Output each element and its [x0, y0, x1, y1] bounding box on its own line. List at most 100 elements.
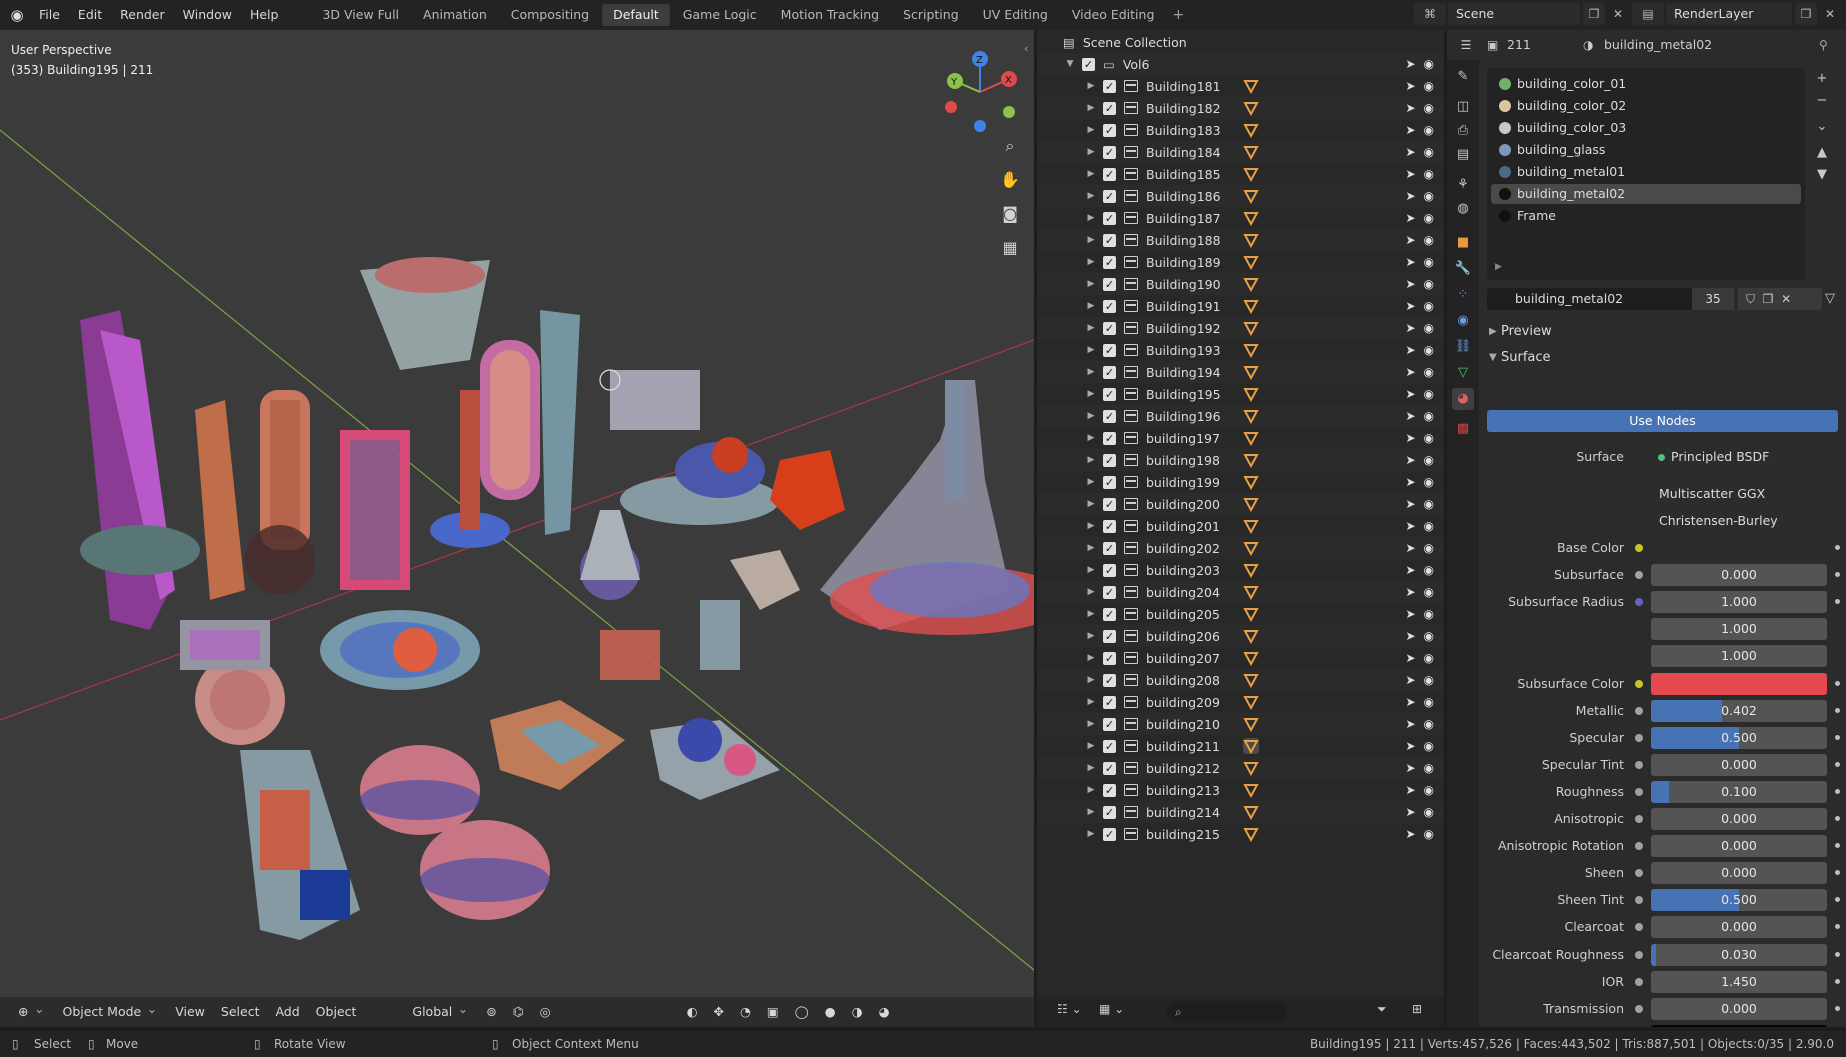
- numeric-field[interactable]: 0.000: [1651, 808, 1827, 830]
- collection-checkbox[interactable]: ✓: [1103, 607, 1116, 621]
- select-toggle-icon[interactable]: ➤: [1405, 299, 1415, 313]
- select-toggle-icon[interactable]: ➤: [1405, 79, 1415, 93]
- socket-icon[interactable]: [1635, 1004, 1643, 1013]
- remove-slot-button[interactable]: −: [1813, 92, 1831, 110]
- mesh-data-icon[interactable]: [1243, 254, 1259, 271]
- outliner-row[interactable]: ▶ ✓ building211 ➤ ◉: [1037, 735, 1444, 757]
- expand-arrow-icon[interactable]: ▶: [1085, 587, 1097, 597]
- eye-icon[interactable]: ◉: [1424, 145, 1434, 159]
- collection-checkbox[interactable]: ✓: [1103, 739, 1116, 753]
- expand-arrow-icon[interactable]: ▶: [1085, 653, 1097, 663]
- subsurface-method-dropdown[interactable]: Christensen-Burley: [1651, 510, 1845, 532]
- socket-icon[interactable]: [1635, 733, 1643, 742]
- expand-arrow-icon[interactable]: ▶: [1085, 345, 1097, 355]
- delete-scene-icon[interactable]: ✕: [1607, 3, 1629, 25]
- eye-icon[interactable]: ◉: [1424, 123, 1434, 137]
- expand-arrow-icon[interactable]: ▶: [1085, 477, 1097, 487]
- eye-icon[interactable]: ◉: [1424, 673, 1434, 687]
- add-slot-button[interactable]: +: [1813, 70, 1831, 88]
- outliner-row[interactable]: ▶ ✓ Building189 ➤ ◉: [1037, 251, 1444, 273]
- socket-icon[interactable]: [1635, 760, 1643, 769]
- mesh-data-icon[interactable]: [1243, 122, 1259, 139]
- select-toggle-icon[interactable]: ➤: [1405, 695, 1415, 709]
- collection-checkbox[interactable]: ✓: [1103, 409, 1116, 423]
- eye-icon[interactable]: ◉: [1424, 277, 1434, 291]
- select-toggle-icon[interactable]: ➤: [1405, 585, 1415, 599]
- new-scene-icon[interactable]: ❐: [1583, 3, 1605, 25]
- select-toggle-icon[interactable]: ➤: [1405, 783, 1415, 797]
- mesh-data-icon[interactable]: [1243, 276, 1259, 293]
- surface-panel-header[interactable]: ▼ Surface: [1479, 346, 1846, 370]
- collection-checkbox[interactable]: ✓: [1103, 805, 1116, 819]
- expand-arrow-icon[interactable]: ▶: [1085, 279, 1097, 289]
- expand-arrow-icon[interactable]: ▶: [1085, 455, 1097, 465]
- expand-arrow-icon[interactable]: ▶: [1085, 389, 1097, 399]
- particles-tab-icon[interactable]: ⁘: [1452, 284, 1474, 306]
- material-slot-item[interactable]: Frame: [1491, 206, 1801, 226]
- select-toggle-icon[interactable]: ➤: [1405, 211, 1415, 225]
- add-workspace-button[interactable]: +: [1167, 7, 1189, 23]
- mesh-data-icon[interactable]: [1243, 650, 1259, 667]
- collection-checkbox[interactable]: ✓: [1103, 717, 1116, 731]
- mesh-data-icon[interactable]: [1243, 144, 1259, 161]
- eye-icon[interactable]: ◉: [1424, 475, 1434, 489]
- view-layer-field[interactable]: RenderLayer: [1666, 3, 1792, 25]
- material-slot-item[interactable]: building_color_03: [1491, 118, 1801, 138]
- outliner-row[interactable]: ▶ ✓ Building195 ➤ ◉: [1037, 383, 1444, 405]
- eye-icon[interactable]: ◉: [1424, 783, 1434, 797]
- select-toggle-icon[interactable]: ➤: [1405, 189, 1415, 203]
- select-toggle-icon[interactable]: ➤: [1405, 497, 1415, 511]
- eye-icon[interactable]: ◉: [1424, 299, 1434, 313]
- new-view-layer-icon[interactable]: ❐: [1795, 3, 1817, 25]
- menu-file[interactable]: File: [30, 0, 69, 30]
- proportional-edit-icon[interactable]: ◎: [532, 1001, 559, 1023]
- material-slot-item[interactable]: building_color_02: [1491, 96, 1801, 116]
- select-toggle-icon[interactable]: ➤: [1405, 761, 1415, 775]
- mesh-data-icon[interactable]: [1243, 628, 1259, 645]
- select-toggle-icon[interactable]: ➤: [1405, 431, 1415, 445]
- outliner-row[interactable]: ▶ ✓ Building190 ➤ ◉: [1037, 273, 1444, 295]
- select-toggle-icon[interactable]: ➤: [1405, 365, 1415, 379]
- outliner-row[interactable]: ▶ ✓ Building196 ➤ ◉: [1037, 405, 1444, 427]
- eye-icon[interactable]: ◉: [1424, 585, 1434, 599]
- outliner-row[interactable]: ▶ ✓ building200 ➤ ◉: [1037, 493, 1444, 515]
- collection-checkbox[interactable]: ✓: [1103, 321, 1116, 335]
- outliner-row[interactable]: ▶ ✓ Building193 ➤ ◉: [1037, 339, 1444, 361]
- object-menu[interactable]: Object: [308, 1001, 365, 1023]
- outliner-row[interactable]: ▶ ✓ Building187 ➤ ◉: [1037, 207, 1444, 229]
- menu-window[interactable]: Window: [174, 0, 241, 30]
- select-toggle-icon[interactable]: ➤: [1405, 453, 1415, 467]
- scene-collection-row[interactable]: ▤ Scene Collection: [1037, 31, 1444, 53]
- socket-icon[interactable]: [1635, 815, 1643, 823]
- grid-view-icon[interactable]: ▦: [997, 235, 1023, 261]
- expand-arrow-icon[interactable]: ▶: [1085, 543, 1097, 553]
- collection-checkbox[interactable]: ✓: [1103, 827, 1116, 841]
- mesh-data-icon[interactable]: [1243, 606, 1259, 623]
- socket-icon[interactable]: [1635, 571, 1643, 580]
- collection-checkbox[interactable]: ✓: [1103, 563, 1116, 577]
- eye-icon[interactable]: ◉: [1424, 409, 1434, 423]
- expand-arrow-icon[interactable]: ▶: [1085, 235, 1097, 245]
- surface-shader-dropdown[interactable]: Principled BSDF: [1651, 446, 1843, 468]
- collection-checkbox[interactable]: ✓: [1103, 761, 1116, 775]
- select-toggle-icon[interactable]: ➤: [1405, 739, 1415, 753]
- eye-icon[interactable]: ◉: [1424, 453, 1434, 467]
- expand-arrow-icon[interactable]: ▶: [1085, 565, 1097, 575]
- mesh-data-icon[interactable]: [1243, 364, 1259, 381]
- numeric-field[interactable]: 0.100: [1651, 780, 1827, 803]
- expand-arrow-icon[interactable]: ▶: [1085, 125, 1097, 135]
- mesh-data-icon[interactable]: [1243, 826, 1259, 843]
- mesh-data-icon[interactable]: [1243, 100, 1259, 117]
- select-toggle-icon[interactable]: ➤: [1405, 255, 1415, 269]
- select-toggle-icon[interactable]: ➤: [1405, 277, 1415, 291]
- display-mode-icon[interactable]: ☷ ⌄: [1057, 1002, 1082, 1016]
- numeric-field[interactable]: 0.030: [1651, 943, 1827, 966]
- outliner-row[interactable]: ▶ ✓ building197 ➤ ◉: [1037, 427, 1444, 449]
- constraints-tab-icon[interactable]: ⛓: [1452, 336, 1474, 358]
- mesh-data-icon[interactable]: [1243, 452, 1259, 469]
- sidebar-toggle-icon[interactable]: ‹: [1024, 42, 1028, 55]
- workspace-tab-scripting[interactable]: Scripting: [892, 4, 970, 26]
- mesh-data-icon[interactable]: [1243, 320, 1259, 337]
- eye-icon[interactable]: ◉: [1424, 101, 1434, 115]
- outliner-row[interactable]: ▶ ✓ building214 ➤ ◉: [1037, 801, 1444, 823]
